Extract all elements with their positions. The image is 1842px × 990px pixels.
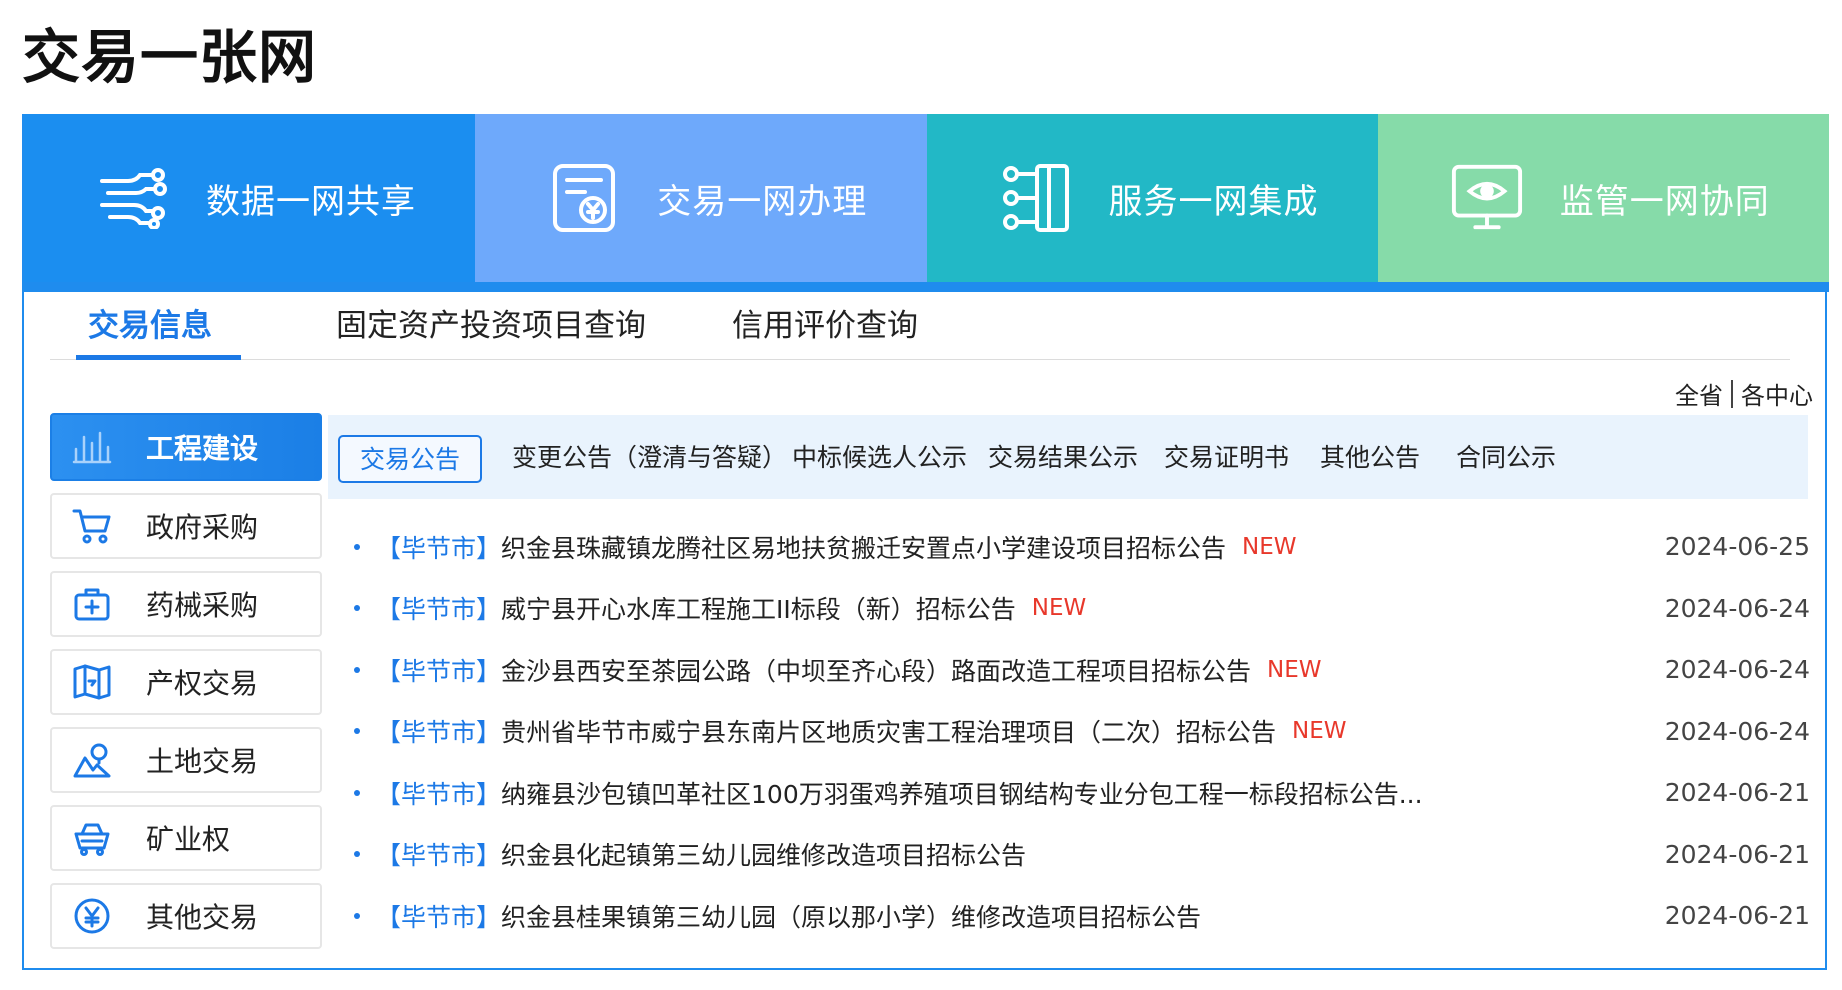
- new-badge: NEW: [1031, 595, 1087, 622]
- medical-kit-icon: [72, 584, 112, 624]
- item-title[interactable]: 织金县化起镇第三幼儿园维修改造项目招标公告: [501, 836, 1026, 872]
- scope-divider: [1731, 379, 1733, 408]
- banner-label: 数据一网共享: [206, 181, 416, 222]
- item-region: 【毕节市】: [376, 595, 502, 625]
- item-date: 2024-06-21: [1664, 901, 1810, 931]
- item-title[interactable]: 威宁县开心水库工程施工II标段（新）招标公告: [501, 590, 1016, 626]
- bullet-dot: [354, 912, 360, 919]
- transaction-document-icon: [547, 161, 621, 235]
- item-date: 2024-06-21: [1664, 778, 1810, 808]
- info-tabs: 交易信息 固定资产投资项目查询 信用评价查询: [50, 292, 1790, 360]
- mining-cart-icon: [72, 818, 112, 858]
- banner-service[interactable]: 服务一网集成: [926, 114, 1378, 282]
- item-date: 2024-06-21: [1664, 839, 1810, 869]
- item-region: 【毕节市】: [376, 718, 502, 748]
- item-region: 【毕节市】: [376, 902, 502, 932]
- item-title[interactable]: 织金县桂果镇第三幼儿园（原以那小学）维修改造项目招标公告: [501, 898, 1201, 934]
- monitor-eye-icon: [1450, 161, 1524, 235]
- subtab-certificate[interactable]: 交易证明书: [1164, 435, 1289, 483]
- new-badge: NEW: [1292, 718, 1347, 745]
- bullet-dot: [354, 851, 360, 858]
- bullet-dot: [354, 789, 360, 796]
- sidebar-item-medical-procurement[interactable]: 药械采购: [50, 571, 322, 637]
- list-item[interactable]: 【毕节市】 纳雍县沙包镇凹革社区100万羽蛋鸡养殖项目钢结构专业分包工程一标段招…: [354, 762, 1810, 824]
- item-title[interactable]: 贵州省毕节市威宁县东南片区地质灾害工程治理项目（二次）招标公告: [501, 713, 1276, 749]
- banner-divider: [24, 282, 1829, 292]
- banner-label: 交易一网办理: [657, 181, 868, 222]
- list-item[interactable]: 【毕节市】 织金县桂果镇第三幼儿园（原以那小学）维修改造项目招标公告 2024-…: [354, 885, 1810, 947]
- sidebar-item-label: 矿业权: [146, 823, 231, 856]
- data-share-icon: [96, 161, 170, 235]
- item-region: 【毕节市】: [376, 779, 502, 809]
- bullet-dot: [354, 728, 360, 735]
- main-panel: 数据一网共享 交易一网办理 服务一网集成 监管一网协同 交易信息 固定资产投资项…: [22, 114, 1829, 970]
- item-region: 【毕节市】: [376, 656, 502, 686]
- subtab-change-notice[interactable]: 变更公告（澄清与答疑）: [512, 435, 787, 483]
- sidebar-item-other[interactable]: 其他交易: [50, 883, 322, 949]
- item-title[interactable]: 金沙县西安至茶园公路（中坝至齐心段）路面改造工程项目招标公告: [501, 652, 1251, 688]
- property-map-icon: [72, 662, 112, 702]
- announcement-list: 【毕节市】 织金县珠藏镇龙腾社区易地扶贫搬迁安置点小学建设项目招标公告 NEW …: [354, 516, 1810, 947]
- sidebar-item-land[interactable]: 土地交易: [50, 727, 322, 793]
- list-item[interactable]: 【毕节市】 贵州省毕节市威宁县东南片区地质灾害工程治理项目（二次）招标公告 NE…: [354, 701, 1810, 763]
- subtab-result[interactable]: 交易结果公示: [988, 435, 1138, 483]
- new-badge: NEW: [1242, 533, 1297, 560]
- sidebar-item-property[interactable]: 产权交易: [50, 649, 322, 715]
- list-item[interactable]: 【毕节市】 威宁县开心水库工程施工II标段（新）招标公告 NEW 2024-06…: [354, 578, 1810, 640]
- sidebar-item-label: 土地交易: [146, 745, 259, 778]
- banner-transaction[interactable]: 交易一网办理: [475, 114, 927, 282]
- banner-label: 服务一网集成: [1108, 181, 1319, 222]
- yen-coin-icon: [72, 896, 112, 936]
- bullet-dot: [354, 666, 360, 673]
- subtab-candidate[interactable]: 中标候选人公示: [792, 435, 967, 483]
- scope-switch: 全省 各中心: [1675, 376, 1813, 411]
- subtab-other-notice[interactable]: 其他公告: [1320, 435, 1420, 483]
- tab-credit-query[interactable]: 信用评价查询: [732, 292, 918, 360]
- announcement-type-tabs: 交易公告 变更公告（澄清与答疑） 中标候选人公示 交易结果公示 交易证明书 其他…: [328, 415, 1808, 499]
- sidebar-item-label: 药械采购: [146, 589, 259, 622]
- shopping-cart-icon: [72, 506, 112, 546]
- scope-centers[interactable]: 各中心: [1741, 376, 1813, 411]
- item-title[interactable]: 织金县珠藏镇龙腾社区易地扶贫搬迁安置点小学建设项目招标公告: [501, 529, 1226, 565]
- sidebar-item-gov-procurement[interactable]: 政府采购: [50, 493, 322, 559]
- sidebar-item-label: 政府采购: [146, 511, 259, 544]
- item-region: 【毕节市】: [376, 533, 502, 563]
- bullet-dot: [354, 605, 360, 612]
- banner-supervision[interactable]: 监管一网协同: [1377, 114, 1829, 282]
- subtab-contract[interactable]: 合同公示: [1456, 435, 1556, 483]
- banner-data-share[interactable]: 数据一网共享: [24, 114, 476, 282]
- item-date: 2024-06-25: [1664, 532, 1810, 562]
- sidebar-item-label: 其他交易: [146, 901, 259, 934]
- subtab-trade-notice[interactable]: 交易公告: [338, 435, 483, 483]
- page-title: 交易一张网: [22, 23, 318, 91]
- sidebar-item-mining[interactable]: 矿业权: [50, 805, 322, 871]
- bullet-dot: [354, 543, 360, 550]
- banner-label: 监管一网协同: [1559, 181, 1770, 222]
- sidebar-item-label: 产权交易: [146, 667, 259, 700]
- list-item[interactable]: 【毕节市】 织金县化起镇第三幼儿园维修改造项目招标公告 2024-06-21: [354, 824, 1810, 886]
- sidebar-item-label: 工程建设: [146, 432, 259, 465]
- new-badge: NEW: [1267, 656, 1322, 683]
- item-title[interactable]: 纳雍县沙包镇凹革社区100万羽蛋鸡养殖项目钢结构专业分包工程一标段招标公告...: [501, 775, 1423, 811]
- item-date: 2024-06-24: [1664, 716, 1810, 746]
- banner-nav: 数据一网共享 交易一网办理 服务一网集成 监管一网协同: [24, 114, 1829, 282]
- tab-trade-info[interactable]: 交易信息: [88, 292, 212, 360]
- sidebar-item-construction[interactable]: 工程建设: [50, 413, 322, 481]
- list-item[interactable]: 【毕节市】 金沙县西安至茶园公路（中坝至齐心段）路面改造工程项目招标公告 NEW…: [354, 639, 1810, 701]
- item-date: 2024-06-24: [1664, 655, 1810, 685]
- tab-fixed-asset-query[interactable]: 固定资产投资项目查询: [336, 292, 646, 360]
- active-tab-indicator: [76, 355, 241, 360]
- scope-province[interactable]: 全省: [1675, 376, 1723, 411]
- service-integration-icon: [999, 161, 1073, 235]
- item-region: 【毕节市】: [376, 841, 502, 871]
- construction-chart-icon: [72, 427, 112, 467]
- land-location-icon: [72, 740, 112, 780]
- list-item[interactable]: 【毕节市】 织金县珠藏镇龙腾社区易地扶贫搬迁安置点小学建设项目招标公告 NEW …: [354, 516, 1810, 578]
- category-sidebar: 工程建设 政府采购 药械采购 产权交易 土地交易 矿业权 其他交易: [50, 413, 322, 961]
- item-date: 2024-06-24: [1664, 593, 1810, 623]
